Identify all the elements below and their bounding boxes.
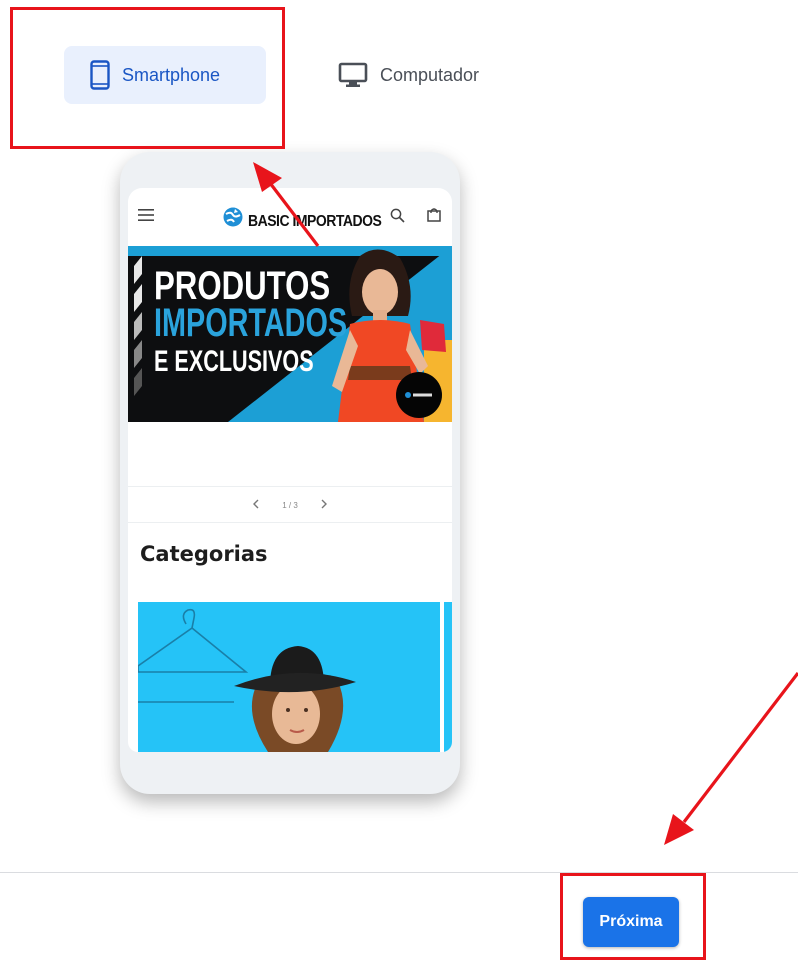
category-card[interactable] <box>138 602 440 752</box>
badge-logo-icon <box>405 392 432 398</box>
menu-icon[interactable] <box>138 208 154 227</box>
smartphone-icon <box>90 60 110 90</box>
chevron-left-icon[interactable] <box>252 499 260 512</box>
banner-line-2: IMPORTADOS <box>154 300 348 345</box>
store-logo[interactable]: BASIC IMPORTADOS <box>222 206 382 233</box>
banner-logo-badge <box>396 372 442 418</box>
footer-divider <box>0 872 798 873</box>
globe-logo-icon <box>222 206 244 233</box>
category-card-artwork <box>138 602 440 752</box>
categories-heading: Categorias <box>140 542 268 566</box>
smartphone-toggle-button[interactable]: Smartphone <box>64 46 266 104</box>
banner-headline: PRODUTOS IMPORTADOS E EXCLUSIVOS <box>154 264 422 378</box>
banner-line-1: PRODUTOS <box>154 264 331 308</box>
category-card-next[interactable] <box>444 602 452 752</box>
store-header: BASIC IMPORTADOS <box>128 188 452 246</box>
computer-label: Computador <box>380 64 480 85</box>
slider-bottom-divider <box>128 522 452 523</box>
annotation-arrow-down <box>664 672 798 845</box>
computer-toggle-button[interactable]: Computador <box>312 46 501 104</box>
cart-icon[interactable] <box>426 207 442 228</box>
store-name: BASIC IMPORTADOS <box>248 210 382 229</box>
banner-line-3: E EXCLUSIVOS <box>154 344 314 378</box>
phone-preview-frame: BASIC IMPORTADOS PRODUTOS IMPORTADOS E E… <box>120 152 460 794</box>
search-icon[interactable] <box>390 208 405 228</box>
setup-page: Smartphone Computador BASIC IMPORTADOS P… <box>0 0 798 960</box>
slider-top-divider <box>128 486 452 487</box>
monitor-icon <box>338 62 368 88</box>
next-button[interactable]: Próxima <box>583 897 679 947</box>
slider-counter: 1 / 3 <box>282 500 298 510</box>
chevron-right-icon[interactable] <box>320 499 328 512</box>
hero-banner[interactable]: PRODUTOS IMPORTADOS E EXCLUSIVOS <box>128 246 452 422</box>
phone-preview-screen: BASIC IMPORTADOS PRODUTOS IMPORTADOS E E… <box>128 188 452 752</box>
slider-controls: 1 / 3 <box>128 488 452 522</box>
smartphone-label: Smartphone <box>122 64 221 85</box>
